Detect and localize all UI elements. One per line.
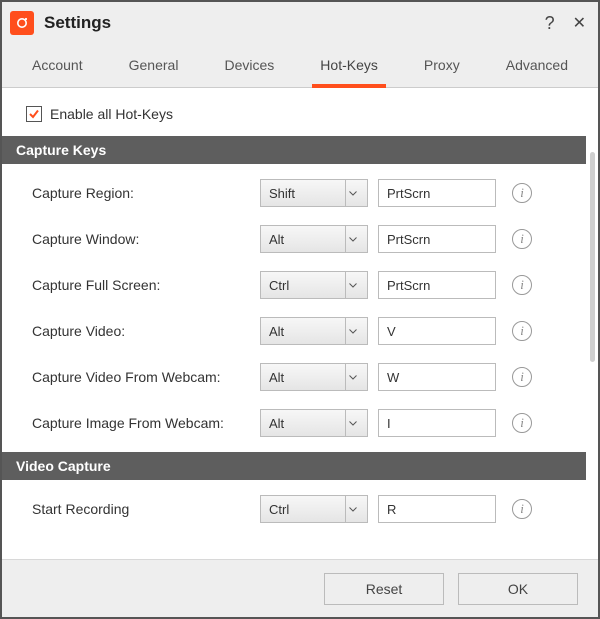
key-input-video[interactable] xyxy=(378,317,496,345)
close-icon[interactable]: ✕ xyxy=(573,13,586,33)
modifier-select-vwebcam[interactable]: Alt xyxy=(260,363,368,391)
section-header-video-capture: Video Capture xyxy=(2,452,586,480)
label-start-recording: Start Recording xyxy=(32,501,250,517)
app-icon xyxy=(10,11,34,35)
label-capture-video-webcam: Capture Video From Webcam: xyxy=(32,369,250,385)
scroll-thumb[interactable] xyxy=(590,152,595,362)
info-icon[interactable]: i xyxy=(512,321,532,341)
tab-advanced[interactable]: Advanced xyxy=(496,43,578,87)
key-input-full[interactable] xyxy=(378,271,496,299)
modifier-select-video[interactable]: Alt xyxy=(260,317,368,345)
chevron-down-icon xyxy=(345,364,359,390)
key-input-region[interactable] xyxy=(378,179,496,207)
enable-all-label: Enable all Hot-Keys xyxy=(50,106,173,122)
tab-general[interactable]: General xyxy=(119,43,189,87)
content-area: Enable all Hot-Keys Capture Keys Capture… xyxy=(2,88,586,559)
label-capture-region: Capture Region: xyxy=(32,185,250,201)
key-input-vwebcam[interactable] xyxy=(378,363,496,391)
enable-all-checkbox[interactable] xyxy=(26,106,42,122)
tab-proxy[interactable]: Proxy xyxy=(414,43,470,87)
tab-hotkeys[interactable]: Hot-Keys xyxy=(310,43,388,87)
info-icon[interactable]: i xyxy=(512,275,532,295)
row-capture-window: Capture Window: Alt i xyxy=(2,216,586,262)
key-input-start[interactable] xyxy=(378,495,496,523)
row-start-recording: Start Recording Ctrl i xyxy=(2,486,586,532)
window-title: Settings xyxy=(44,13,111,33)
chevron-down-icon xyxy=(345,180,359,206)
chevron-down-icon xyxy=(345,318,359,344)
help-icon[interactable]: ? xyxy=(545,13,555,34)
modifier-select-start[interactable]: Ctrl xyxy=(260,495,368,523)
chevron-down-icon xyxy=(345,410,359,436)
row-capture-video: Capture Video: Alt i xyxy=(2,308,586,354)
label-capture-window: Capture Window: xyxy=(32,231,250,247)
info-icon[interactable]: i xyxy=(512,499,532,519)
row-capture-video-webcam: Capture Video From Webcam: Alt i xyxy=(2,354,586,400)
chevron-down-icon xyxy=(345,496,359,522)
chevron-down-icon xyxy=(345,226,359,252)
tabs: Account General Devices Hot-Keys Proxy A… xyxy=(2,44,598,88)
modifier-select-full[interactable]: Ctrl xyxy=(260,271,368,299)
tab-account[interactable]: Account xyxy=(22,43,93,87)
info-icon[interactable]: i xyxy=(512,183,532,203)
modifier-select-window[interactable]: Alt xyxy=(260,225,368,253)
key-input-iwebcam[interactable] xyxy=(378,409,496,437)
tab-devices[interactable]: Devices xyxy=(214,43,284,87)
info-icon[interactable]: i xyxy=(512,367,532,387)
scrollbar[interactable] xyxy=(586,88,598,559)
section-header-capture-keys: Capture Keys xyxy=(2,136,586,164)
settings-window: Settings ? ✕ Account General Devices Hot… xyxy=(0,0,600,619)
info-icon[interactable]: i xyxy=(512,229,532,249)
chevron-down-icon xyxy=(345,272,359,298)
reset-button[interactable]: Reset xyxy=(324,573,444,605)
info-icon[interactable]: i xyxy=(512,413,532,433)
row-capture-image-webcam: Capture Image From Webcam: Alt i xyxy=(2,400,586,446)
row-capture-region: Capture Region: Shift i xyxy=(2,170,586,216)
label-capture-video: Capture Video: xyxy=(32,323,250,339)
footer: Reset OK xyxy=(2,559,598,617)
modifier-select-iwebcam[interactable]: Alt xyxy=(260,409,368,437)
key-input-window[interactable] xyxy=(378,225,496,253)
titlebar: Settings ? ✕ xyxy=(2,2,598,44)
label-capture-full-screen: Capture Full Screen: xyxy=(32,277,250,293)
row-capture-full-screen: Capture Full Screen: Ctrl i xyxy=(2,262,586,308)
ok-button[interactable]: OK xyxy=(458,573,578,605)
label-capture-image-webcam: Capture Image From Webcam: xyxy=(32,415,250,431)
modifier-select-region[interactable]: Shift xyxy=(260,179,368,207)
